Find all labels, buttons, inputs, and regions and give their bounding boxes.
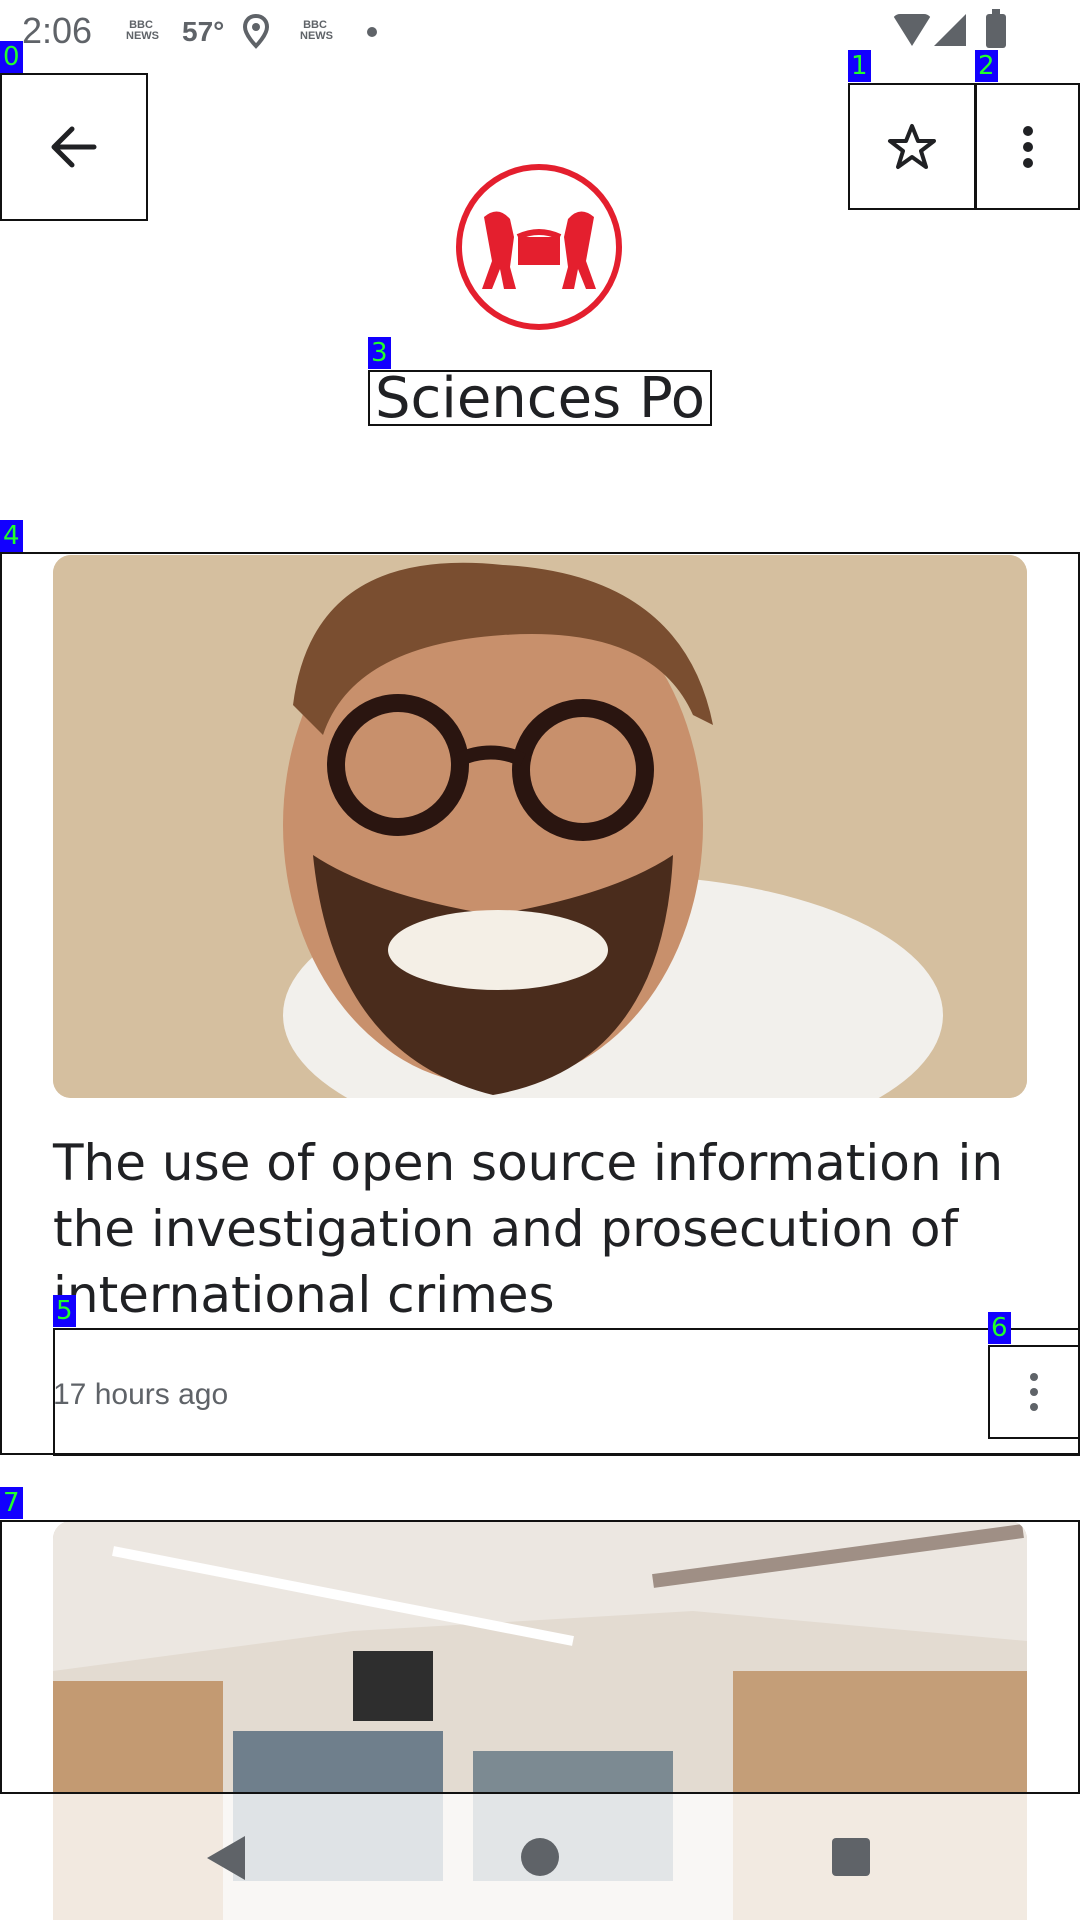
bbc-news-icon: BBC NEWS [300, 19, 333, 42]
element-label-4: 4 [0, 520, 23, 552]
recents-square-icon[interactable] [832, 1838, 870, 1876]
more-vertical-icon [1030, 1373, 1038, 1411]
more-options-button[interactable] [975, 83, 1080, 210]
publisher-logo [456, 164, 622, 330]
element-label-0: 0 [0, 41, 23, 73]
signal-icon [934, 14, 966, 46]
back-triangle-icon[interactable] [207, 1836, 245, 1880]
article-headline[interactable]: The use of open source information in th… [53, 1130, 1013, 1328]
lion-crest-icon [482, 211, 596, 289]
battery-icon [986, 9, 1006, 48]
arrow-left-icon [51, 126, 97, 168]
element-label-7: 7 [0, 1487, 23, 1519]
temperature: 57° [182, 16, 225, 47]
article-card[interactable] [0, 1520, 1080, 1794]
location-icon [242, 14, 270, 49]
article-image [53, 555, 1027, 1098]
status-bar: 2:06 BBC NEWS 57° BBC NEWS [0, 0, 1080, 64]
back-button[interactable] [0, 73, 148, 221]
portrait-photo [53, 555, 1027, 1098]
page-title[interactable]: Sciences Po [368, 370, 712, 427]
article-timestamp: 17 hours ago [53, 1378, 229, 1411]
favorite-button[interactable] [848, 83, 976, 210]
article-more-button[interactable] [988, 1345, 1080, 1439]
element-label-3: 3 [368, 337, 391, 369]
dot-icon [367, 27, 377, 37]
element-label-5: 5 [53, 1295, 76, 1327]
more-vertical-icon [1022, 125, 1033, 168]
wifi-icon [892, 14, 932, 46]
element-label-1: 1 [848, 50, 871, 82]
element-label-6: 6 [988, 1312, 1011, 1344]
bbc-news-icon: BBC NEWS [126, 19, 159, 42]
status-time: 2:06 [22, 10, 93, 51]
home-circle-icon[interactable] [521, 1838, 559, 1876]
element-label-2: 2 [975, 50, 998, 82]
star-outline-icon [888, 123, 936, 169]
